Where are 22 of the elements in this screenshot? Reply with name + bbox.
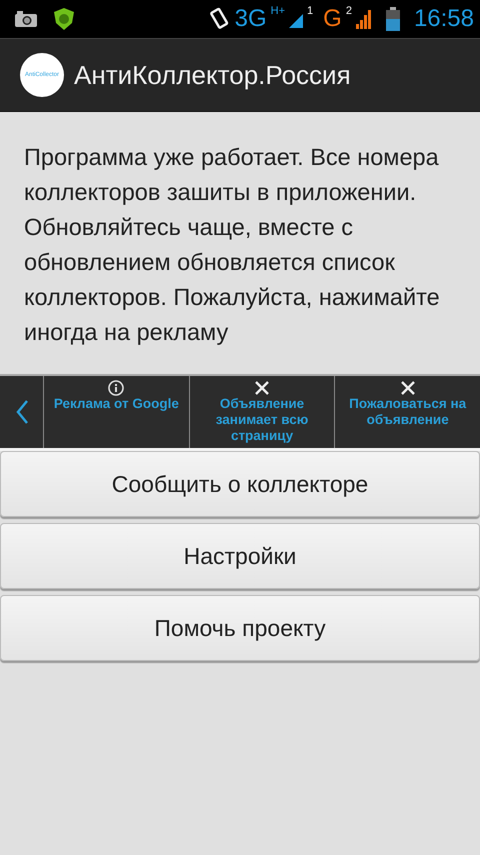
menu-button[interactable]: Помочь проекту bbox=[0, 595, 480, 661]
menu-button[interactable]: Сообщить о коллекторе bbox=[0, 451, 480, 517]
network-label: H+ bbox=[270, 5, 286, 17]
app-title: АнтиКоллектор.Россия bbox=[74, 60, 351, 90]
signal-icon bbox=[356, 9, 372, 29]
shield-icon bbox=[52, 7, 76, 31]
camera-icon bbox=[14, 10, 38, 28]
chevron-left-icon bbox=[14, 399, 28, 425]
clock: 16:58 bbox=[414, 5, 474, 33]
ad-option-button[interactable]: Пожаловаться на объявление bbox=[334, 376, 480, 448]
ad-option-button[interactable]: Реклама от Google bbox=[43, 376, 189, 448]
network-label: 3G bbox=[234, 5, 267, 33]
sim-label: 1 bbox=[307, 5, 314, 17]
message-text: Программа уже работает. Все номера коллекторов зашиты в приложении. Обновляйтесь чаще, вместе с обновлением обновляется список коллекторов. Пожалуйста, нажимайте иногда на рекламу bbox=[24, 143, 441, 347]
network-label: G bbox=[323, 5, 342, 33]
sim-label: 2 bbox=[346, 5, 352, 17]
menu-button[interactable]: Настройки bbox=[0, 523, 480, 589]
close-icon bbox=[254, 380, 270, 396]
battery-icon bbox=[386, 7, 400, 31]
close-icon bbox=[400, 380, 416, 396]
info-icon bbox=[108, 380, 124, 396]
ad-option-button[interactable]: Объявление занимает всю страницу bbox=[188, 376, 334, 448]
